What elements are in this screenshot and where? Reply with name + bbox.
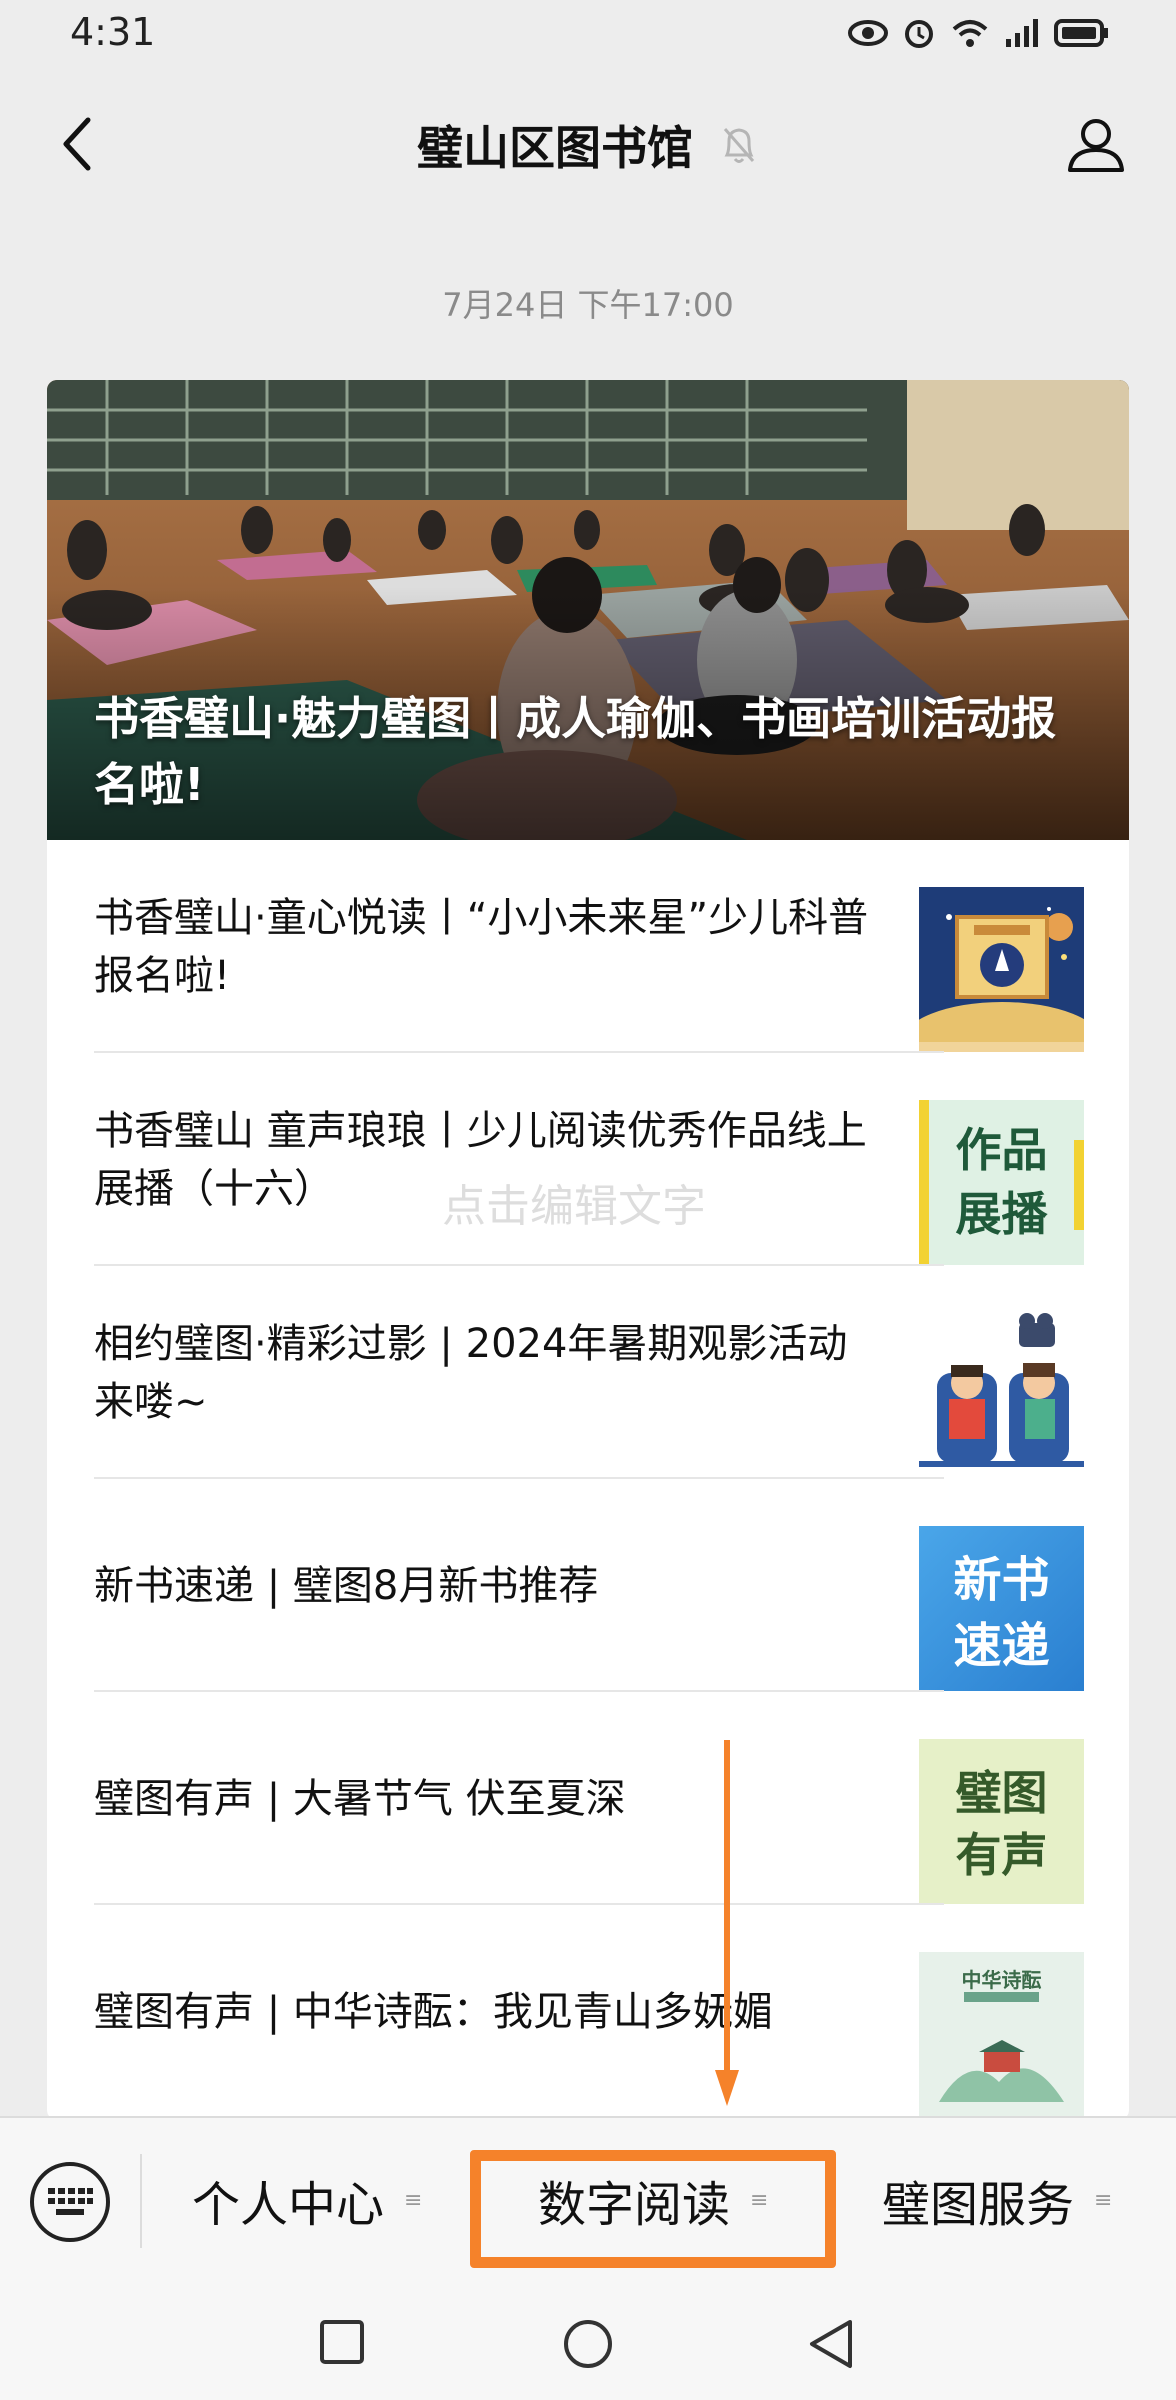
system-navigation-bar — [0, 2280, 1176, 2400]
article-thumbnail: 作品 展播 — [919, 1100, 1084, 1265]
article-title: 书香璧山 童声琅琅丨少儿阅读优秀作品线上展播（十六） — [94, 1107, 867, 1212]
article-title: 璧图有声 | 中华诗酝：我见青山多妩媚 — [94, 1988, 773, 2035]
article-thumbnail: 新书 速递 — [919, 1526, 1084, 1691]
keyboard-toggle-button[interactable] — [30, 2162, 110, 2242]
chat-header: 璧山区图书馆 — [0, 76, 1176, 212]
menu-personal-center[interactable]: 个人中心 ≡ — [192, 2168, 423, 2233]
submenu-icon: ≡ — [1094, 2187, 1113, 2213]
menu-library-services[interactable]: 璧图服务 ≡ — [882, 2168, 1113, 2233]
article-item[interactable]: 书香璧山 童声琅琅丨少儿阅读优秀作品线上展播（十六） 作品 展播 — [94, 1053, 1084, 1266]
thumb-text-line: 新书 — [953, 1552, 1050, 1608]
article-thumbnail — [919, 1313, 1084, 1478]
status-icons — [848, 16, 1110, 50]
thumb-text-line: 作品 — [955, 1123, 1048, 1177]
menu-label: 个人中心 — [192, 2177, 385, 2233]
article-item[interactable]: 相约璧图·精彩过影 | 2024年暑期观影活动来喽~ — [94, 1266, 1084, 1479]
page-title: 璧山区图书馆 — [417, 121, 693, 175]
article-title: 璧图有声 | 大暑节气 伏至夏深 — [94, 1775, 626, 1822]
article-title: 相约璧图·精彩过影 | 2024年暑期观影活动来喽~ — [94, 1320, 848, 1425]
eye-icon — [848, 20, 888, 46]
thumb-text-line: 有声 — [955, 1828, 1048, 1882]
message-timestamp: 7月24日 下午17:00 — [442, 286, 734, 324]
annotation-arrow — [715, 1740, 739, 2106]
thumb-text-line: 璧图 — [955, 1766, 1048, 1820]
submenu-icon: ≡ — [404, 2187, 423, 2213]
annotation-highlight-box — [470, 2150, 836, 2268]
menu-label: 璧图服务 — [882, 2177, 1075, 2233]
wifi-icon — [952, 20, 988, 47]
article-item[interactable]: 璧图有声 | 中华诗酝：我见青山多妩媚 中华诗酝 — [94, 1905, 1084, 2118]
article-item[interactable]: 璧图有声 | 大暑节气 伏至夏深 璧图 有声 — [94, 1692, 1084, 1905]
status-bar: 4:31 — [0, 0, 1176, 76]
system-back-button[interactable] — [806, 2318, 856, 2370]
keyboard-icon — [48, 2188, 93, 2215]
article-thumbnail — [919, 887, 1084, 1052]
recents-button[interactable] — [318, 2318, 366, 2366]
status-time: 4:31 — [70, 10, 156, 54]
article-title: 书香璧山·童心悦读丨“小小未来星”少儿科普报名啦! — [94, 894, 869, 999]
article-item[interactable]: 书香璧山·童心悦读丨“小小未来星”少儿科普报名啦! — [94, 840, 1084, 1053]
article-item[interactable]: 新书速递 | 璧图8月新书推荐 新书 速递 — [94, 1479, 1084, 1692]
alarm-icon — [905, 20, 933, 48]
profile-icon — [1068, 119, 1124, 172]
thumb-text-line: 速递 — [953, 1618, 1050, 1674]
thumb-text-line: 展播 — [955, 1187, 1048, 1241]
article-thumbnail: 璧图 有声 — [919, 1739, 1084, 1904]
home-button[interactable] — [562, 2318, 614, 2370]
article-title: 新书速递 | 璧图8月新书推荐 — [94, 1562, 599, 1609]
signal-icon — [1006, 19, 1038, 47]
hero-title: 书香璧山·魅力璧图丨成人瑜伽、书画培训活动报名啦! — [94, 692, 1057, 811]
hero-article[interactable]: 书香璧山·魅力璧图丨成人瑜伽、书画培训活动报名啦! — [47, 380, 1129, 840]
article-thumbnail: 中华诗酝 — [919, 1952, 1084, 2117]
header-title-group: 璧山区图书馆 — [0, 112, 1176, 178]
menu-separator — [140, 2154, 142, 2248]
profile-button[interactable] — [1056, 104, 1136, 184]
article-card: 书香璧山·魅力璧图丨成人瑜伽、书画培训活动报名啦! 书香璧山·童心悦读丨“小小未… — [47, 380, 1129, 2120]
mute-bell-icon — [723, 128, 755, 163]
battery-icon — [1054, 19, 1108, 47]
edit-hint-overlay: 点击编辑文字 — [442, 1181, 706, 1232]
